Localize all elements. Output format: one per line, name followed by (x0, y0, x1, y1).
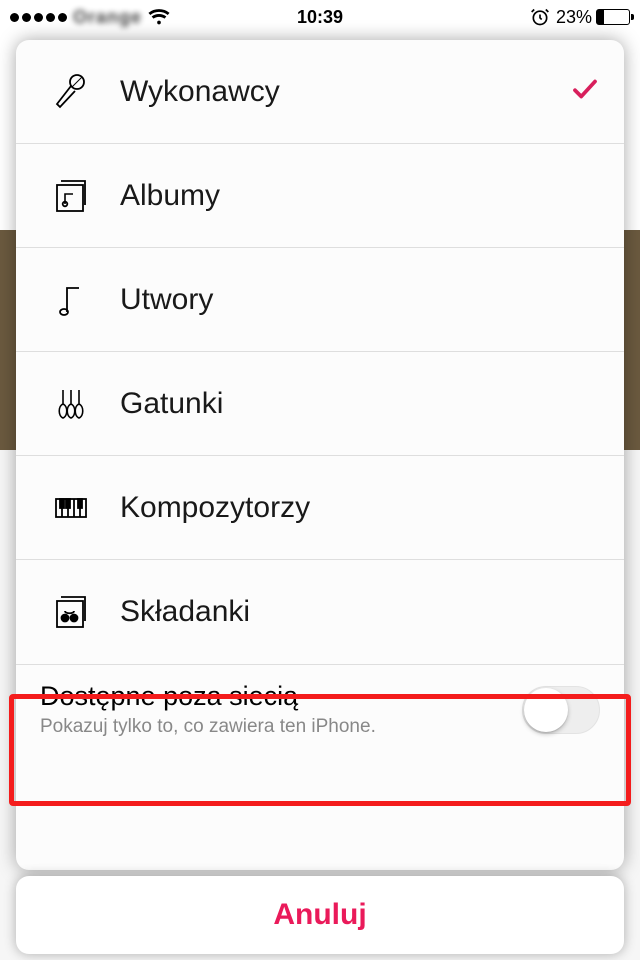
menu-item-artists[interactable]: Wykonawcy (16, 40, 624, 144)
checkmark-icon (570, 74, 600, 109)
cancel-button[interactable]: Anuluj (16, 876, 624, 954)
guitars-icon (44, 384, 98, 424)
offline-toggle[interactable] (522, 686, 600, 734)
music-note-icon (44, 280, 98, 320)
menu-item-label: Gatunki (120, 387, 223, 421)
battery-indicator: 23% (556, 7, 630, 28)
alarm-icon (530, 7, 550, 27)
library-sort-sheet: Wykonawcy Albumy Utwory (16, 40, 624, 870)
menu-item-label: Kompozytorzy (120, 491, 310, 525)
offline-subtitle: Pokazuj tylko to, co zawiera ten iPhone. (40, 716, 376, 738)
menu-item-label: Utwory (120, 283, 213, 317)
menu-item-composers[interactable]: Kompozytorzy (16, 456, 624, 560)
wifi-icon (148, 6, 170, 28)
status-time: 10:39 (297, 7, 343, 28)
offline-title: Dostępne poza siecią (40, 681, 376, 712)
menu-item-label: Składanki (120, 595, 250, 629)
cancel-label: Anuluj (273, 898, 366, 932)
carrier-label: Orange (73, 7, 142, 28)
menu-item-genres[interactable]: Gatunki (16, 352, 624, 456)
compilations-icon (44, 592, 98, 632)
microphone-icon (44, 72, 98, 112)
menu-item-songs[interactable]: Utwory (16, 248, 624, 352)
menu-item-compilations[interactable]: Składanki (16, 560, 624, 664)
offline-section: Dostępne poza siecią Pokazuj tylko to, c… (16, 664, 624, 758)
battery-percent: 23% (556, 7, 592, 28)
menu-item-label: Albumy (120, 179, 220, 213)
menu-item-label: Wykonawcy (120, 75, 280, 109)
album-icon (44, 176, 98, 216)
toggle-knob (524, 688, 568, 732)
status-bar: Orange 10:39 23% (0, 0, 640, 34)
menu-item-albums[interactable]: Albumy (16, 144, 624, 248)
piano-icon (44, 488, 98, 528)
cellular-signal-icon (10, 13, 67, 22)
